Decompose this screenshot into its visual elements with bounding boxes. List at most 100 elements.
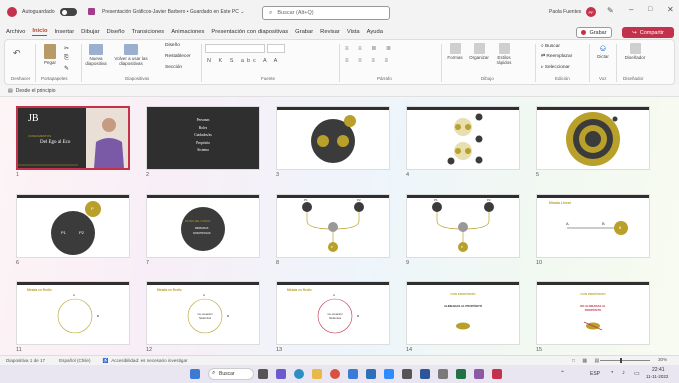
slide-thumbnail[interactable]: Personas Roles Cuidados/as Propósito Sis… [146, 106, 260, 170]
slide-thumbnail[interactable]: P1 P2 P [16, 194, 130, 258]
menu-dibujar[interactable]: Dibujar [81, 29, 99, 35]
menu-archivo[interactable]: Archivo [6, 29, 25, 35]
replace-button[interactable]: ⇄ Reemplazar [541, 54, 572, 59]
store-icon[interactable] [348, 369, 358, 379]
slide-11[interactable]: Mirada en Red/o A B 11 [16, 281, 130, 353]
zoom-slider[interactable] [600, 360, 650, 361]
menu-diseno[interactable]: Diseño [107, 29, 125, 35]
menu-presentacion[interactable]: Presentación con diapositivas [211, 29, 288, 35]
from-beginning-button[interactable]: Desde el principio [16, 88, 56, 94]
accessibility-status[interactable]: Accesibilidad: es necesario investigar [111, 358, 187, 363]
slide-7[interactable]: FILTRO DEL OTRO/A PERSONAS NOSOTROS/AS 7 [146, 194, 260, 266]
zoom-level[interactable]: 30% [658, 357, 667, 362]
section-button[interactable]: Sección [165, 65, 182, 70]
share-button[interactable]: ↪ Compartir [622, 27, 674, 38]
language-status[interactable]: Español (Chile) [59, 358, 90, 363]
shapes-button[interactable]: Formas [445, 43, 465, 60]
pen-icon[interactable]: ✎ [607, 6, 614, 15]
media-icon[interactable] [402, 369, 412, 379]
font-format-icons[interactable]: N K S abc A A [207, 58, 280, 64]
slide-thumbnail[interactable]: FILTRO DEL OTRO/A PERSONAS NOSOTROS/AS [146, 194, 260, 258]
arrange-button[interactable]: Organizar [467, 43, 491, 60]
close-icon[interactable]: ✕ [667, 5, 674, 14]
align-icons[interactable]: ≡ ≡ ≡ ≡ [345, 58, 392, 64]
menu-ayuda[interactable]: Ayuda [367, 29, 383, 35]
slide-3[interactable]: 3 [276, 106, 390, 178]
slide-2[interactable]: Personas Roles Cuidados/as Propósito Sis… [146, 106, 260, 178]
word-icon[interactable] [420, 369, 430, 379]
slide-thumbnail[interactable] [276, 106, 390, 170]
record-button[interactable]: Grabar [576, 27, 612, 38]
slide-thumbnail[interactable]: Mirada en Red/o A B Co-creación Sistémic… [276, 281, 390, 345]
file-explorer-icon[interactable] [312, 369, 322, 379]
reset-button[interactable]: Restablecer [165, 54, 191, 59]
menu-animaciones[interactable]: Animaciones [171, 29, 204, 35]
powerpoint-taskbar-icon[interactable] [492, 369, 502, 379]
slide-6[interactable]: P1 P2 P 6 [16, 194, 130, 266]
cut-icon[interactable]: ✂ [64, 45, 69, 52]
clock-time[interactable]: 22:41 [652, 367, 665, 373]
autosave-toggle[interactable] [60, 8, 77, 16]
slide-5[interactable]: 5 [536, 106, 650, 178]
slide-thumbnail[interactable] [406, 106, 520, 170]
app-icon[interactable] [438, 369, 448, 379]
menu-revisar[interactable]: Revisar [320, 29, 340, 35]
slide-9[interactable]: P1 P2 P 9 [406, 194, 520, 266]
dictate-button[interactable]: ⎉ Dictar [593, 43, 613, 59]
tray-icons[interactable]: ⌃ [560, 370, 565, 377]
avatar[interactable]: PF [586, 7, 596, 17]
mail-icon[interactable] [366, 369, 376, 379]
maximize-icon[interactable]: □ [648, 6, 652, 13]
excel-icon[interactable] [456, 369, 466, 379]
minimize-icon[interactable]: – [629, 5, 633, 14]
zoom-thumb[interactable] [620, 358, 622, 363]
menu-insertar[interactable]: Insertar [54, 29, 74, 35]
user-name[interactable]: Paola Fuentes [549, 9, 581, 15]
taskbar-search[interactable]: ⌕ Buscar [208, 368, 254, 380]
designer-button[interactable]: Diseñador [621, 43, 649, 60]
volume-icon[interactable]: ♪ [622, 370, 625, 376]
clock-date[interactable]: 11-11-2022 [646, 374, 668, 379]
undo-icon[interactable]: ↶ [13, 48, 21, 59]
task-view-icon[interactable] [258, 369, 268, 379]
slide-thumbnail[interactable]: P1 P2 P [276, 194, 390, 258]
slide-10[interactable]: Mirada Lineal A B B 10 [536, 194, 650, 266]
paragraph-icons[interactable]: ≡ ≡ ≣ ≣ [345, 45, 395, 52]
slide-thumbnail[interactable]: Mirada en Red/o A B Co-creación Sistémic… [146, 281, 260, 345]
search-box[interactable]: ⌕ Buscar (Alt+Q) [262, 6, 390, 20]
battery-icon[interactable]: ▭ [634, 370, 640, 377]
slide-13[interactable]: Mirada en Red/o A B Co-creación Sistémic… [276, 281, 390, 353]
layout-button[interactable]: Diseño [165, 43, 180, 48]
slide-4[interactable]: 4 [406, 106, 520, 178]
slide-15[interactable]: CON PROPÓSITO NO ALINEADAS AL PROPÓSITO … [536, 281, 650, 353]
copy-icon[interactable]: ⎘ [64, 55, 69, 62]
font-size-box[interactable] [267, 44, 285, 53]
edge-icon[interactable] [294, 369, 304, 379]
slide-thumbnail[interactable]: CON PROPÓSITO ALINEADAS AL PROPÓSITO [406, 281, 520, 345]
slide-thumbnail[interactable]: Mirada en Red/o A B [16, 281, 130, 345]
menu-vista[interactable]: Vista [347, 29, 360, 35]
slide-14[interactable]: CON PROPÓSITO ALINEADAS AL PROPÓSITO 14 [406, 281, 520, 353]
document-title[interactable]: Presentación Gráficos-Javier Barbero • G… [102, 9, 244, 15]
save-icon[interactable] [88, 8, 95, 15]
select-button[interactable]: ▹ Seleccionar [541, 65, 570, 70]
quick-styles-button[interactable]: Estilos rápidos [493, 43, 515, 65]
language-indicator[interactable]: ESP [590, 371, 600, 377]
format-painter-icon[interactable]: ✎ [64, 65, 69, 72]
slide-8[interactable]: P1 P2 P 8 [276, 194, 390, 266]
slide-thumbnail[interactable]: P1 P2 P [406, 194, 520, 258]
slide-thumbnail[interactable] [536, 106, 650, 170]
slide-thumbnail[interactable]: CON PROPÓSITO NO ALINEADAS AL PROPÓSITO [536, 281, 650, 345]
chrome-icon[interactable] [330, 369, 340, 379]
widgets-icon[interactable] [276, 369, 286, 379]
windows-start-icon[interactable] [190, 369, 200, 379]
view-buttons[interactable]: □ ▦ ▤ [572, 358, 602, 364]
menu-transiciones[interactable]: Transiciones [132, 29, 165, 35]
slide-thumbnail[interactable]: JB FUNDAMENTOS Del Ego al Eco [16, 106, 130, 170]
menu-inicio[interactable]: Inicio [32, 28, 48, 36]
paste-button[interactable]: Pegar [40, 44, 60, 65]
menu-grabar[interactable]: Grabar [295, 29, 313, 35]
app-icon[interactable] [474, 369, 484, 379]
find-button[interactable]: ⌕ Buscar [541, 43, 560, 49]
font-name-box[interactable] [205, 44, 265, 53]
